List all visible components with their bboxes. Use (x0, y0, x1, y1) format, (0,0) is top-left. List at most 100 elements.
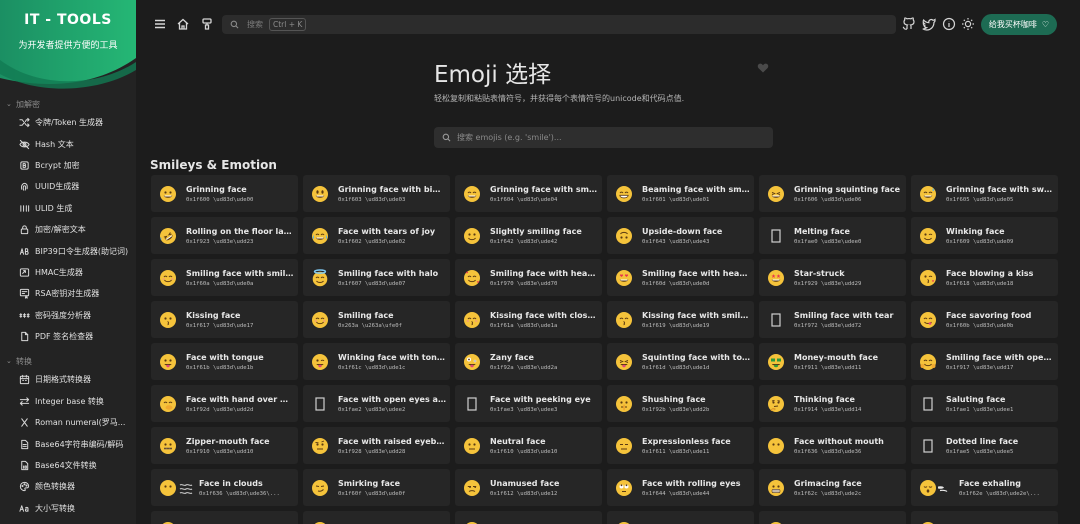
emoji-card[interactable]: Zipper-mouth face 0x1f910 \ud83e\udd10 (151, 427, 298, 464)
emoji-name: Kissing face (186, 310, 241, 320)
emoji-card[interactable]: Drooling face (911, 511, 1058, 524)
emoji-card[interactable]: Winking face with tongue 0x1f61c \ud83d\u… (303, 343, 450, 380)
emoji-card[interactable]: Unamused face 0x1f612 \ud83d\ude12 (455, 469, 602, 506)
smirking-face-icon (311, 479, 329, 497)
emoji-card[interactable]: Face with tears of joy 0x1f602 \ud83d\ude… (303, 217, 450, 254)
emoji-card[interactable]: Smiling face 0x263a \u263a\ufe0f (303, 301, 450, 338)
emoji-card[interactable]: Smiling face with open h... 0x1f917 \ud83… (911, 343, 1058, 380)
sidebar-item[interactable]: Integer base 转换 (18, 391, 136, 412)
favorite-heart-icon[interactable] (757, 62, 769, 74)
emoji-card[interactable]: Smiling face with smiling... 0x1f60a \ud8… (151, 259, 298, 296)
emoji-card[interactable]: Rolling on the floor laug... 0x1f923 \ud8… (151, 217, 298, 254)
emoji-card[interactable]: Upside-down face 0x1f643 \ud83d\ude43 (607, 217, 754, 254)
emoji-card[interactable]: Grinning face with sweat 0x1f605 \ud83d\u… (911, 175, 1058, 212)
emoji-code: 0x1f61d \ud83d\ude1d (642, 364, 710, 371)
home-icon[interactable] (175, 16, 191, 32)
emoji-code: 0x1f929 \ud83e\udd29 (794, 280, 862, 287)
emoji-card[interactable]: Grinning squinting face 0x1f606 \ud83d\ud… (759, 175, 906, 212)
emoji-card[interactable]: Squinting face with tong... 0x1f61d \ud83… (607, 343, 754, 380)
emoji-card[interactable]: Face in clouds 0x1f636 \ud83d\ude36\... (151, 469, 298, 506)
sidebar-item[interactable]: 令牌/Token 生成器 (18, 112, 136, 133)
emoji-card[interactable]: Grinning face 0x1f600 \ud83d\ude00 (151, 175, 298, 212)
twitter-icon[interactable] (921, 16, 937, 32)
sidebar-item[interactable]: Base64文件转换 (18, 455, 136, 476)
emoji-name: Grinning face with sweat (946, 184, 1054, 194)
emoji-card[interactable]: Face without mouth 0x1f636 \ud83d\ude36 (759, 427, 906, 464)
sidebar-item[interactable]: ULID 生成 (18, 198, 136, 219)
sidebar-item[interactable]: 加密/解密文本 (18, 219, 136, 240)
emoji-card[interactable]: Dotted line face 0x1fae5 \ud83e\udee5 (911, 427, 1058, 464)
face-in-clouds-icon (159, 479, 193, 497)
sidebar-item[interactable]: HMAC生成器 (18, 262, 136, 283)
emoji-card[interactable]: Money-mouth face 0x1f911 \ud83e\udd11 (759, 343, 906, 380)
emoji-card[interactable]: Face with rolling eyes 0x1f644 \ud83d\ude… (607, 469, 754, 506)
emoji-card[interactable]: Thinking face 0x1f914 \ud83e\udd14 (759, 385, 906, 422)
github-icon[interactable] (901, 16, 917, 32)
emoji-card[interactable]: Face savoring food 0x1f60b \ud83d\ude0b (911, 301, 1058, 338)
brand-header[interactable]: IT - TOOLS 为开发者提供方便的工具 (0, 0, 136, 90)
emoji-card[interactable]: Relieved face (455, 511, 602, 524)
emoji-card[interactable]: Grinning face with big ey... 0x1f603 \ud8… (303, 175, 450, 212)
file-text-icon (18, 438, 30, 450)
sponsor-button[interactable]: 给我买杯咖啡 ♡ (981, 14, 1057, 35)
emoji-card[interactable]: Face with hand over mou... 0x1f92d \ud83e… (151, 385, 298, 422)
emoji-card[interactable]: Beaming face with smilin... 0x1f601 \ud83… (607, 175, 754, 212)
emoji-card[interactable]: Kissing face with smiling... 0x1f619 \ud8… (607, 301, 754, 338)
emoji-search-input[interactable]: 搜索 emojis (e.g. 'smile')... (434, 127, 773, 148)
sidebar-item[interactable]: BIP39口令生成器(助记词) (18, 240, 136, 261)
sidebar-item[interactable]: Roman numeral(罗马... (18, 412, 136, 433)
emoji-card[interactable]: Sleepy face (759, 511, 906, 524)
emoji-card[interactable]: Face with tongue 0x1f61b \ud83d\ude1b (151, 343, 298, 380)
sidebar-item[interactable]: 日期格式转换器 (18, 369, 136, 390)
emoji-card[interactable]: Lying face (151, 511, 298, 524)
emoji-card[interactable]: Melting face 0x1fae0 \ud83e\udee0 (759, 217, 906, 254)
sidebar-item[interactable]: Base64字符串编码/解码 (18, 433, 136, 454)
info-icon[interactable] (941, 16, 957, 32)
emoji-card[interactable]: Star-struck 0x1f929 \ud83e\udd29 (759, 259, 906, 296)
emoji-card[interactable]: Zany face 0x1f92a \ud83e\udd2a (455, 343, 602, 380)
emoji-card[interactable]: Face with open eyes and ha... 0x1fae2 \ud… (303, 385, 450, 422)
emoji-card[interactable]: Smiling face with halo 0x1f607 \ud83d\ude… (303, 259, 450, 296)
sidebar-item[interactable]: RSA密钥对生成器 (18, 283, 136, 304)
certificate-icon (18, 288, 30, 300)
global-search-input[interactable]: 搜索 Ctrl + K (222, 15, 896, 34)
sidebar-item[interactable]: PDF 签名检查器 (18, 326, 136, 347)
emoji-card[interactable]: Shushing face 0x1f92b \ud83e\udd2b (607, 385, 754, 422)
emoji-card[interactable]: Face blowing a kiss 0x1f618 \ud83d\ude18 (911, 259, 1058, 296)
emoji-card[interactable]: Face with peeking eye 0x1fae3 \ud83e\udee… (455, 385, 602, 422)
sidebar-item[interactable]: 大小写转换 (18, 498, 136, 519)
sidebar-item[interactable]: 颜色转换器 (18, 476, 136, 497)
section-header-crypto[interactable]: ⌄ 加解密 (0, 96, 136, 112)
theme-toggle-icon[interactable] (960, 16, 976, 32)
star-struck-icon (767, 269, 785, 287)
emoji-card[interactable]: Neutral face 0x1f610 \ud83d\ude10 (455, 427, 602, 464)
lying-face-icon (159, 521, 177, 524)
emoji-card[interactable]: Face exhaling 0x1f62e \ud83d\ude2e\... (911, 469, 1058, 506)
section-header-convert[interactable]: ⌄ 转换 (0, 353, 136, 369)
emoji-card[interactable]: Winking face 0x1f609 \ud83d\ude09 (911, 217, 1058, 254)
sidebar-item-label: 令牌/Token 生成器 (35, 118, 103, 128)
emoji-card[interactable]: Shaking face (303, 511, 450, 524)
emoji-card[interactable]: Slightly smiling face 0x1f642 \ud83d\ude4… (455, 217, 602, 254)
emoji-card[interactable]: Smirking face 0x1f60f \ud83d\ude0f (303, 469, 450, 506)
ui-lib-icon[interactable] (199, 16, 215, 32)
emoji-card[interactable]: Pensive face (607, 511, 754, 524)
emoji-card[interactable]: Expressionless face 0x1f611 \ud83d\ude11 (607, 427, 754, 464)
sidebar-item[interactable]: Hash 文本 (18, 133, 136, 154)
menu-icon[interactable] (152, 16, 168, 32)
sidebar-item[interactable]: UUID生成器 (18, 176, 136, 197)
emoji-card[interactable]: Kissing face 0x1f617 \ud83d\ude17 (151, 301, 298, 338)
sidebar-item[interactable]: 密码强度分析器 (18, 305, 136, 326)
emoji-card[interactable]: Grimacing face 0x1f62c \ud83d\ude2c (759, 469, 906, 506)
search-shortcut: Ctrl + K (269, 18, 307, 31)
emoji-card[interactable]: Face with raised eyebrow 0x1f928 \ud83e\u… (303, 427, 450, 464)
sidebar-item-label: Integer base 转换 (35, 396, 104, 406)
password-icon (18, 309, 30, 321)
emoji-card[interactable]: Smiling face with heart-e... 0x1f60d \ud8… (607, 259, 754, 296)
emoji-card[interactable]: Smiling face with hearts 0x1f970 \ud83e\u… (455, 259, 602, 296)
sidebar-item[interactable]: Bcrypt 加密 (18, 155, 136, 176)
emoji-card[interactable]: Saluting face 0x1fae1 \ud83e\udee1 (911, 385, 1058, 422)
emoji-card[interactable]: Smiling face with tear 0x1f972 \ud83e\udd… (759, 301, 906, 338)
emoji-card[interactable]: Grinning face with smilin... 0x1f604 \ud8… (455, 175, 602, 212)
emoji-card[interactable]: Kissing face with closed ... 0x1f61a \ud8… (455, 301, 602, 338)
